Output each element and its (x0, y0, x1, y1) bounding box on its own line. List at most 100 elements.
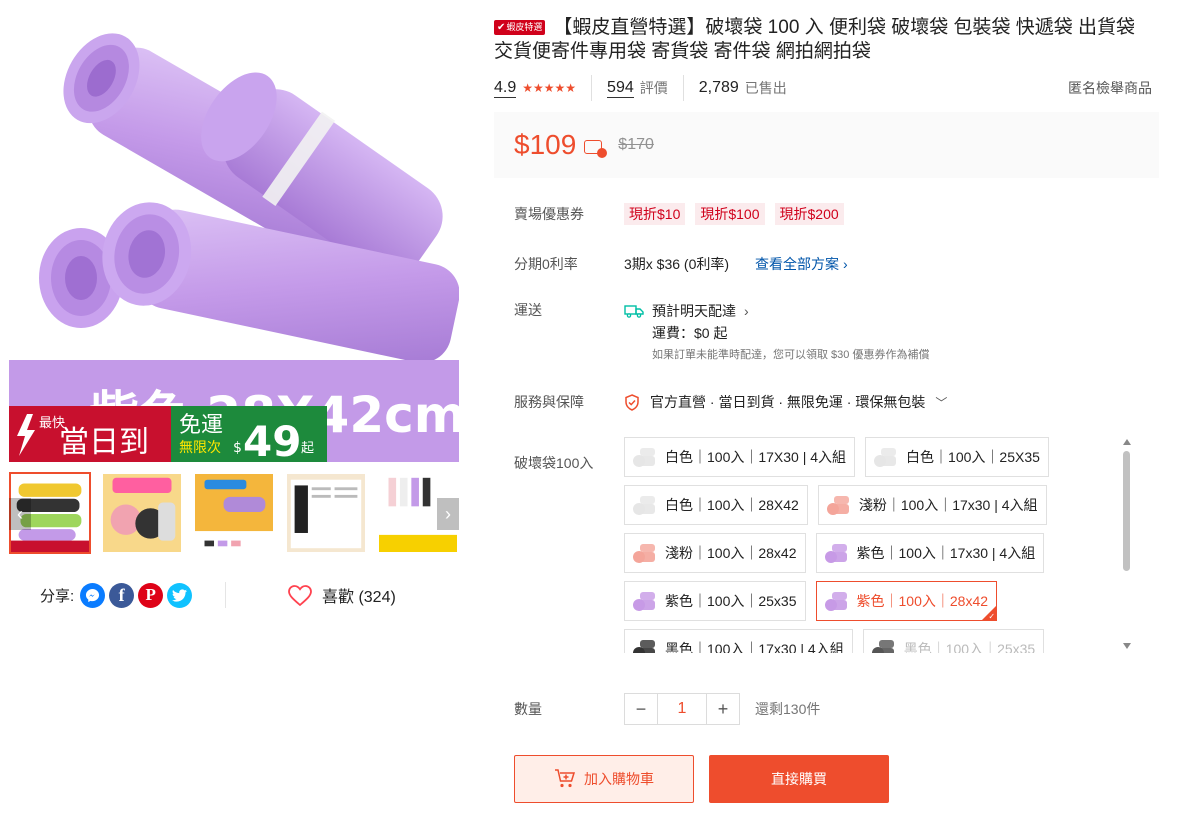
main-product-image[interactable]: 紫色 28X42cm 最快 當日到 免運 無限次 $ 49 起 (9, 0, 459, 462)
cart-plus-icon (555, 769, 576, 788)
variant-option-label: 白色｜100入｜25X35 (906, 449, 1040, 465)
current-price: $109 (514, 129, 577, 160)
voucher-chip[interactable]: 現折$100 (695, 203, 765, 225)
variant-option[interactable]: 黑色｜100入｜25x35 (862, 629, 1045, 653)
voucher-list: 現折$10 現折$100 現折$200 (624, 203, 844, 225)
chevron-right-icon: › (744, 303, 749, 319)
shipping-fee: 運費：$0 起 (652, 325, 728, 341)
variant-option-label: 紫色｜100入｜25x35 (665, 593, 797, 609)
star-rating-icon: ★★★★★ (522, 81, 577, 95)
add-to-cart-button[interactable]: 加入購物車 (514, 755, 694, 803)
rating-value: 4.9 (494, 78, 517, 98)
reviews-label: 評價 (639, 80, 668, 96)
variant-thumbnail (631, 444, 657, 470)
buy-now-button[interactable]: 直接購買 (709, 755, 889, 803)
thumbnail-2[interactable] (101, 472, 183, 554)
service-text: 官方直營 · 當日到貨 · 無限免運 · 環保無包裝 (650, 394, 926, 410)
shipping-eta[interactable]: 預計明天配達 › (624, 300, 929, 322)
thumbnail-next-button[interactable]: › (437, 498, 459, 530)
scroll-down-icon[interactable] (1123, 643, 1131, 649)
installment-label: 分期0利率 (514, 256, 578, 272)
stock-remaining: 還剩130件 (755, 701, 821, 717)
variant-option[interactable]: 紫色｜100入｜28x42 ✓ (815, 581, 998, 621)
facebook-icon[interactable]: f (109, 582, 135, 608)
installment-link[interactable]: 查看全部方案 › (755, 254, 848, 274)
stat-divider (682, 75, 684, 101)
badge-amount: 49 (243, 417, 301, 462)
thumbnail-strip (9, 472, 459, 554)
variant-option[interactable]: 紫色｜100入｜25x35 (624, 581, 806, 621)
variant-option[interactable]: 淺粉｜100入｜17x30 | 4入組 (817, 485, 1047, 525)
thumbnail-prev-button[interactable]: ‹ (9, 498, 31, 530)
check-icon: ✓ (988, 612, 996, 621)
scroll-up-icon[interactable] (1123, 439, 1131, 445)
quantity-stepper: − 1 + (624, 693, 740, 725)
variant-option[interactable]: 黑色｜100入｜17x30 | 4入組 (624, 629, 853, 653)
variant-option-label: 紫色｜100入｜17x30 | 4入組 (856, 545, 1036, 561)
quantity-decrease-button[interactable]: − (625, 694, 657, 724)
service-row: 服務與保障 官方直營 · 當日到貨 · 無限免運 · 環保無包裝 ﹀ (514, 392, 947, 412)
twitter-icon[interactable] (167, 582, 193, 608)
like-count: 喜歡 (324) (322, 589, 396, 606)
pinterest-icon[interactable]: P (138, 582, 164, 608)
variant-option-label: 白色｜100入｜28X42 (665, 497, 799, 513)
chevron-down-icon: ﹀ (935, 395, 948, 410)
sold-count: 2,789 (698, 79, 739, 96)
variant-thumbnail (823, 588, 849, 614)
variant-row: 破壞袋100入 (514, 453, 624, 473)
thumbnail-3[interactable] (193, 472, 275, 554)
share-divider (225, 582, 226, 608)
variant-option[interactable]: 白色｜100入｜25X35 (865, 437, 1049, 477)
shipping-row: 運送 預計明天配達 › 運費：$0 起 如果訂單未能準時配達，您可以領取 $30… (514, 300, 929, 366)
chevron-right-icon: › (445, 503, 451, 524)
vouchers-row: 賣場優惠券 現折$10 現折$100 現折$200 (514, 203, 844, 225)
variant-thumbnail (825, 492, 851, 518)
quantity-row: 數量 − 1 + 還剩130件 (514, 693, 820, 725)
service-label: 服務與保障 (514, 394, 584, 410)
quantity-input[interactable]: 1 (657, 694, 707, 724)
rating-stat[interactable]: 4.9 ★★★★★ (494, 79, 576, 98)
shipping-note: 如果訂單未能準時配達，您可以領取 $30 優惠券作為補償 (652, 349, 930, 361)
add-to-cart-label: 加入購物車 (584, 771, 654, 787)
reviews-count: 594 (607, 78, 634, 98)
variant-option-label: 黑色｜100入｜25x35 (903, 641, 1036, 653)
report-link[interactable]: 匿名檢舉商品 (1068, 78, 1152, 98)
thumbnail-4[interactable] (285, 472, 367, 554)
scroll-thumb[interactable] (1123, 451, 1130, 571)
product-stats: 4.9 ★★★★★ 594 評價 2,789 已售出 匿名檢舉商品 (494, 75, 1152, 101)
badge-same-day: 當日到 (59, 425, 149, 460)
variant-option-label: 黑色｜100入｜17x30 | 4入組 (665, 641, 844, 653)
truck-icon (624, 305, 644, 318)
variant-option-label: 淺粉｜100入｜17x30 | 4入組 (858, 497, 1038, 513)
variant-thumbnail (823, 540, 849, 566)
shipping-info: 預計明天配達 › 運費：$0 起 如果訂單未能準時配達，您可以領取 $30 優惠… (624, 300, 929, 366)
heart-icon (288, 584, 312, 606)
stat-divider (591, 75, 593, 101)
voucher-chip[interactable]: 現折$10 (624, 203, 686, 225)
original-price: $170 (618, 136, 654, 153)
vouchers-label: 賣場優惠券 (514, 206, 584, 222)
variant-option-label: 紫色｜100入｜28x42 (856, 593, 989, 609)
variant-option[interactable]: 白色｜100入｜28X42 (624, 485, 808, 525)
service-guarantee[interactable]: 官方直營 · 當日到貨 · 無限免運 · 環保無包裝 ﹀ (624, 392, 947, 412)
variant-option[interactable]: 淺粉｜100入｜28x42 (624, 533, 806, 573)
installment-row: 分期0利率 3期x $36 (0利率) 查看全部方案 › (514, 254, 848, 274)
sold-stat: 2,789 已售出 (699, 78, 787, 98)
like-button[interactable]: 喜歡 (324) (288, 582, 396, 608)
share-label: 分享: (40, 587, 75, 605)
variant-scrollbar[interactable] (1121, 437, 1133, 651)
reviews-stat[interactable]: 594 評價 (607, 78, 668, 98)
price-guarantee-icon[interactable] (584, 140, 608, 158)
shipping-label: 運送 (514, 302, 542, 318)
variant-option[interactable]: 紫色｜100入｜17x30 | 4入組 (815, 533, 1045, 573)
check-icon: ✔ (497, 22, 506, 33)
variant-options: 白色｜100入｜17X30 | 4入組 白色｜100入｜25X35 白色｜100入｜… (624, 437, 1124, 653)
voucher-chip[interactable]: 現折$200 (774, 203, 844, 225)
variant-label: 破壞袋100入 (514, 455, 594, 471)
messenger-icon[interactable] (80, 582, 106, 608)
quantity-increase-button[interactable]: + (707, 694, 739, 724)
price-box: $109 $170 (494, 112, 1159, 178)
sold-label: 已售出 (744, 80, 787, 96)
variant-option[interactable]: 白色｜100入｜17X30 | 4入組 (624, 437, 856, 477)
product-title-text: 【蝦皮直營特選】破壞袋 100 入 便利袋 破壞袋 包裝袋 快遞袋 出貨袋 交貨… (494, 17, 1136, 62)
